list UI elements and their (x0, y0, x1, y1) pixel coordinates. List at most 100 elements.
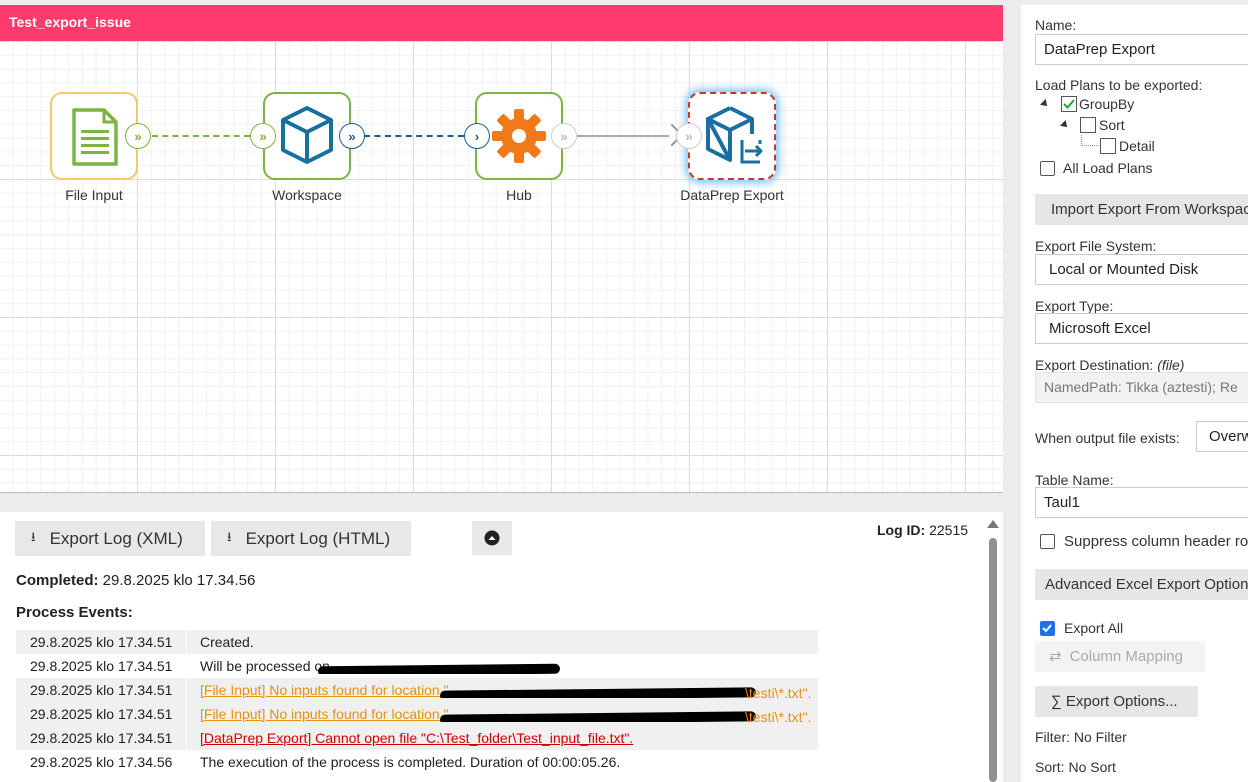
when-exists-select[interactable]: Overw (1196, 421, 1248, 452)
column-mapping-button[interactable]: ⇄ Column Mapping (1035, 641, 1205, 672)
event-row: 29.8.2025 klo 17.34.51 Will be processed… (16, 654, 818, 678)
check-icon (1063, 99, 1075, 109)
connector-hub-export[interactable] (577, 135, 669, 137)
import-export-button[interactable]: Import Export From Workspace (1035, 194, 1248, 225)
redaction-mark (317, 663, 561, 674)
event-row: 29.8.2025 klo 17.34.51 [DataPrep Export]… (16, 726, 818, 750)
event-text-suffix: \testi\*.txt". (745, 709, 812, 722)
sort-line: Sort: No Sort (1035, 759, 1116, 775)
process-events-list: 29.8.2025 klo 17.34.51 Created. 29.8.202… (16, 630, 818, 774)
event-text-suffix: \testi\*.txt". (745, 685, 812, 698)
event-text: Created. (200, 634, 254, 650)
port-hub-in[interactable]: › (464, 123, 490, 149)
node-hub-label: Hub (506, 187, 532, 203)
completed-line: Completed: 29.8.2025 klo 17.34.56 (16, 572, 255, 589)
event-text: The execution of the process is complete… (200, 754, 621, 770)
port-workspace-in[interactable]: » (250, 123, 276, 149)
export-log-xml-button[interactable]: ⭳ Export Log (XML) (15, 521, 205, 556)
scroll-up-icon[interactable] (987, 520, 999, 528)
process-canvas-panel: Test_export_issue File Input » Workspace… (0, 5, 1003, 493)
advanced-export-options-button[interactable]: Advanced Excel Export Options (1035, 569, 1248, 600)
sort-label: Sort: (1035, 759, 1065, 775)
tree-expand-icon[interactable] (1060, 120, 1070, 130)
all-load-plans-checkbox[interactable] (1040, 161, 1055, 176)
event-text: Will be processed on (200, 658, 330, 674)
event-link-warning[interactable]: [File Input] No inputs found for locatio… (200, 706, 818, 722)
port-hub-out[interactable]: » (551, 123, 577, 149)
completed-value: 29.8.2025 klo 17.34.56 (102, 572, 256, 589)
connector-fileinput-workspace[interactable] (152, 135, 250, 137)
completed-label: Completed: (16, 572, 99, 589)
name-label: Name: (1035, 17, 1077, 33)
filter-line: Filter: No Filter (1035, 729, 1127, 745)
destination-label: Export Destination: (1035, 357, 1154, 373)
event-time: 29.8.2025 klo 17.34.51 (30, 682, 173, 698)
port-export-in[interactable]: » (676, 123, 702, 149)
redaction-mark (439, 711, 757, 722)
tree-expand-icon[interactable] (1040, 99, 1050, 109)
tree-connector (1081, 135, 1099, 146)
event-link-warning[interactable]: [File Input] No inputs found for locatio… (200, 682, 818, 698)
export-log-html-label: Export Log (HTML) (245, 528, 391, 548)
name-input[interactable]: DataPrep Export (1035, 34, 1248, 65)
cube-export-icon (706, 106, 763, 164)
export-log-html-button[interactable]: ⭳ Export Log (HTML) (211, 521, 411, 556)
port-workspace-out[interactable]: » (339, 123, 365, 149)
table-name-label: Table Name: (1035, 472, 1114, 488)
column-mapping-label: Column Mapping (1069, 648, 1183, 665)
load-plans-label: Load Plans to be exported: (1035, 77, 1203, 93)
event-time: 29.8.2025 klo 17.34.51 (30, 706, 173, 722)
connector-workspace-hub[interactable] (364, 135, 464, 137)
export-all-checkbox[interactable] (1040, 621, 1055, 636)
log-id-value: 22515 (929, 522, 969, 538)
node-workspace[interactable] (263, 92, 351, 180)
node-file-input-label: File Input (65, 187, 123, 203)
event-row: 29.8.2025 klo 17.34.51 [File Input] No i… (16, 702, 818, 726)
table-name-input[interactable]: Taul1 (1035, 487, 1248, 518)
document-icon (72, 108, 118, 166)
scrollbar-thumb[interactable] (989, 538, 997, 782)
event-time: 29.8.2025 klo 17.34.56 (30, 754, 173, 770)
export-options-label: Export Options... (1065, 693, 1178, 710)
export-all-label: Export All (1064, 620, 1124, 636)
event-time: 29.8.2025 klo 17.34.51 (30, 730, 173, 746)
export-type-label: Export Type: (1035, 298, 1114, 314)
destination-input[interactable]: NamedPath: Tikka (aztesti); Re (1035, 372, 1248, 403)
event-text-wrap: Will be processed on (200, 658, 818, 674)
export-options-button[interactable]: ∑ Export Options... (1035, 686, 1198, 717)
chevron-up-icon (484, 530, 500, 546)
log-scrollbar[interactable] (985, 516, 1001, 782)
export-type-select[interactable]: Microsoft Excel (1035, 313, 1248, 344)
node-workspace-label: Workspace (272, 187, 342, 203)
when-exists-label: When output file exists: (1035, 430, 1180, 446)
canvas-grid[interactable]: File Input » Workspace » » Hub › » DataP… (0, 41, 1003, 492)
tree-checkbox-sort[interactable] (1080, 117, 1096, 133)
event-text: [File Input] No inputs found for locatio… (200, 682, 449, 698)
collapse-log-button[interactable] (472, 521, 512, 555)
sort-value: No Sort (1068, 759, 1116, 775)
tree-checkbox-groupby[interactable] (1061, 96, 1077, 112)
node-dataprep-export-label: DataPrep Export (680, 187, 784, 203)
file-system-select[interactable]: Local or Mounted Disk (1035, 254, 1248, 285)
event-link-error[interactable]: [DataPrep Export] Cannot open file "C:\T… (200, 730, 818, 746)
export-log-xml-label: Export Log (XML) (49, 528, 183, 548)
destination-hint: (file) (1157, 357, 1185, 373)
event-time: 29.8.2025 klo 17.34.51 (30, 634, 173, 650)
destination-label-line: Export Destination: (file) (1035, 357, 1184, 373)
tree-item-groupby[interactable]: GroupBy (1079, 96, 1134, 112)
log-id: Log ID: 22515 (877, 522, 968, 538)
swap-arrows-icon: ⇄ (1049, 648, 1062, 665)
cube-icon (281, 106, 333, 164)
port-file-input-out[interactable]: » (125, 123, 151, 149)
tree-item-sort[interactable]: Sort (1099, 117, 1125, 133)
tree-item-detail[interactable]: Detail (1119, 138, 1155, 154)
tree-checkbox-detail[interactable] (1100, 138, 1116, 154)
process-events-heading: Process Events: (16, 604, 133, 621)
log-id-label: Log ID: (877, 522, 926, 538)
process-title-bar: Test_export_issue (0, 5, 1003, 41)
log-panel: ⭳ Export Log (XML) ⭳ Export Log (HTML) L… (0, 512, 1003, 782)
file-system-label: Export File System: (1035, 238, 1157, 254)
event-time: 29.8.2025 klo 17.34.51 (30, 658, 173, 674)
suppress-header-checkbox[interactable] (1040, 534, 1055, 549)
sigma-icon: ∑ (1051, 693, 1062, 710)
